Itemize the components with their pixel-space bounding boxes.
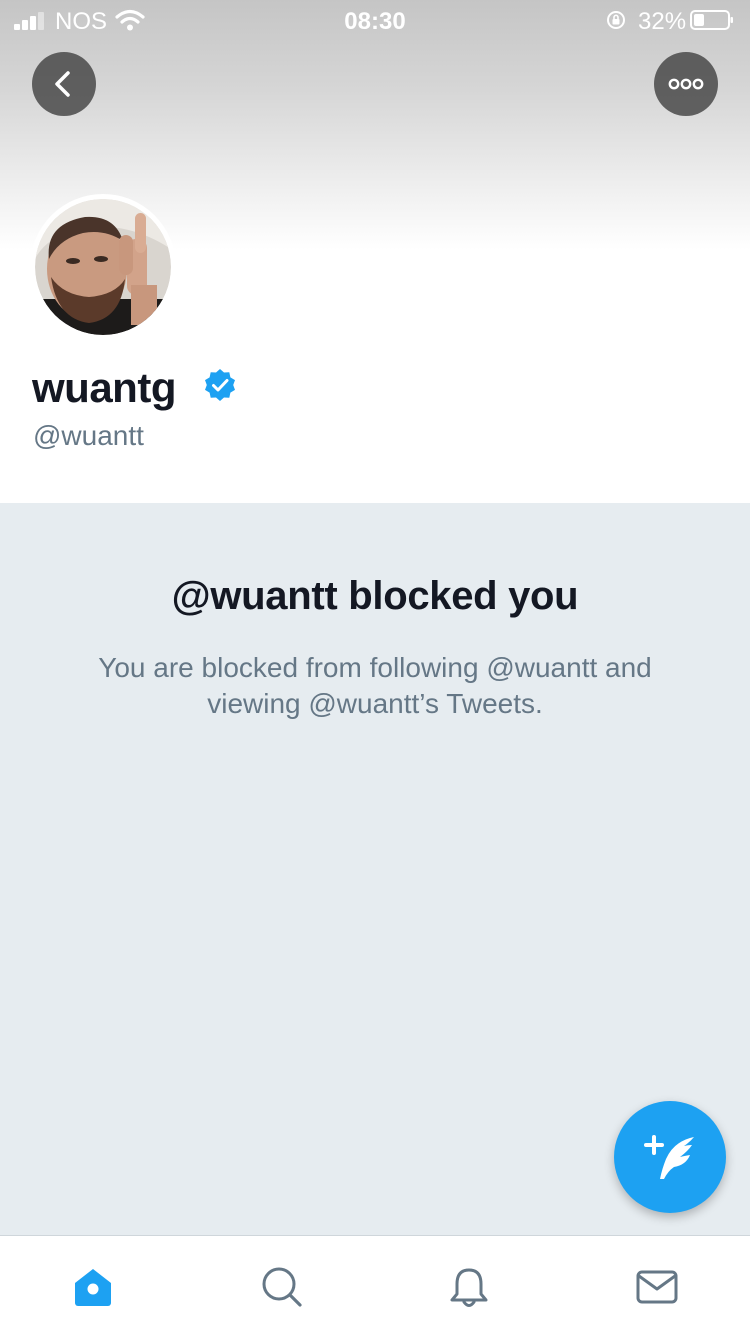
rotation-lock-icon — [607, 11, 625, 29]
profile-avatar[interactable] — [30, 194, 176, 340]
home-icon — [75, 1269, 111, 1306]
profile-handle: @wuantt — [33, 420, 144, 451]
tab-home[interactable] — [70, 1264, 116, 1310]
tab-messages[interactable] — [634, 1264, 680, 1310]
tab-notifications[interactable] — [446, 1264, 492, 1310]
more-options-button[interactable] — [654, 52, 718, 116]
back-button[interactable] — [32, 52, 96, 116]
battery-icon — [690, 10, 733, 30]
compose-tweet-button[interactable] — [614, 1101, 726, 1213]
battery-percent: 32% — [638, 8, 687, 35]
blocked-title: @wuantt blocked you — [171, 574, 579, 618]
more-dots-icon — [668, 78, 704, 90]
chevron-left-icon — [55, 71, 70, 97]
compose-feather-icon — [644, 1135, 694, 1179]
blocked-description: You are blocked from following @wuantt a… — [98, 652, 652, 719]
avatar-photo — [35, 199, 171, 335]
tab-search[interactable] — [258, 1264, 304, 1310]
profile-display-name: wuantg — [32, 364, 176, 411]
messages-envelope-icon — [636, 1270, 678, 1304]
verified-badge-icon — [205, 369, 235, 401]
bottom-tab-bar — [0, 1235, 750, 1335]
search-icon — [262, 1267, 302, 1307]
notifications-bell-icon — [450, 1268, 488, 1307]
status-bar: NOS 08:30 32% — [0, 0, 750, 42]
